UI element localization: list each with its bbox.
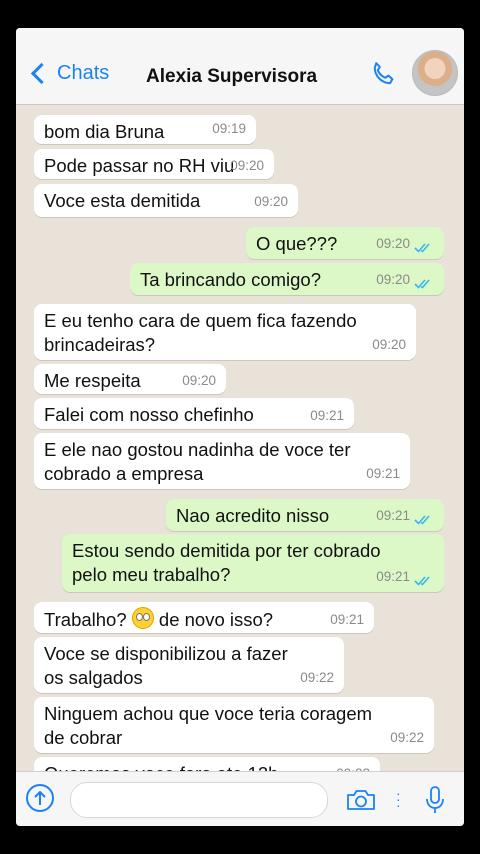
- message-outgoing[interactable]: Nao acredito nisso 09:21: [166, 499, 444, 531]
- message-incoming[interactable]: bom dia Bruna 09:19: [34, 115, 256, 144]
- read-receipt-icon: [414, 279, 430, 289]
- message-time: 09:22: [300, 670, 334, 685]
- message-time: 09:20: [254, 194, 288, 209]
- message-incoming[interactable]: Voce se disponibilizou a fazer os salgad…: [34, 637, 344, 693]
- message-time: 09:20: [376, 272, 410, 287]
- read-receipt-icon: [414, 515, 430, 525]
- microphone-icon[interactable]: [424, 784, 446, 816]
- back-label: Chats: [57, 62, 110, 84]
- message-text-before: Trabalho?: [44, 609, 132, 630]
- contact-name[interactable]: Alexia Supervisora: [146, 66, 317, 88]
- message-list: bom dia Bruna 09:19 Pode passar no RH vi…: [16, 105, 464, 771]
- message-text: Pode passar no RH viu: [44, 155, 235, 176]
- contact-avatar[interactable]: [412, 50, 458, 96]
- arrow-up-icon: [34, 790, 46, 805]
- read-receipt-icon: [414, 243, 430, 253]
- message-incoming[interactable]: Trabalho? de novo isso? 09:21: [34, 602, 374, 633]
- message-text: Ninguem achou que voce teria coragem de …: [44, 703, 373, 748]
- chat-screen: Chats Alexia Supervisora bom dia Bruna 0…: [16, 28, 464, 826]
- message-time: 09:20: [182, 373, 216, 388]
- read-receipt-icon: [414, 576, 430, 586]
- phone-call-icon[interactable]: [368, 60, 398, 90]
- more-icon[interactable]: · · ·: [396, 786, 401, 812]
- message-incoming[interactable]: Ninguem achou que voce teria coragem de …: [34, 697, 434, 753]
- message-text: Ta brincando comigo?: [140, 269, 321, 290]
- message-text: Voce se disponibilizou a fazer os salgad…: [44, 643, 288, 688]
- message-text-after: de novo isso?: [153, 609, 274, 630]
- message-text: Falei com nosso chefinho: [44, 404, 254, 425]
- message-outgoing[interactable]: Ta brincando comigo? 09:20: [130, 263, 444, 295]
- attach-button[interactable]: [26, 784, 54, 812]
- message-incoming[interactable]: Pode passar no RH viu 09:20: [34, 149, 274, 179]
- message-time: 09:21: [330, 612, 364, 627]
- message-incoming[interactable]: E eu tenho cara de quem fica fazendo bri…: [34, 304, 416, 360]
- message-text: Voce esta demitida: [44, 190, 201, 211]
- message-text: E ele nao gostou nadinha de voce ter cob…: [44, 439, 351, 484]
- message-time: 09:20: [376, 236, 410, 251]
- chevron-left-icon: [30, 62, 53, 85]
- message-incoming[interactable]: Queremos voce fora ate 12h 09:22: [34, 757, 380, 771]
- message-outgoing[interactable]: Estou sendo demitida por ter cobrado pel…: [62, 534, 444, 592]
- message-text: Queremos voce fora ate 12h: [44, 763, 278, 771]
- camera-icon[interactable]: [346, 788, 376, 812]
- message-time: 09:21: [376, 508, 410, 523]
- message-time: 09:21: [376, 569, 410, 584]
- chat-header: Chats Alexia Supervisora: [16, 28, 464, 105]
- message-text: Me respeita: [44, 370, 141, 391]
- message-time: 09:20: [230, 158, 264, 173]
- back-button[interactable]: Chats: [30, 62, 109, 85]
- message-time: 09:21: [310, 408, 344, 423]
- eye-roll-emoji-icon: [131, 607, 154, 629]
- composer-bar: · · ·: [16, 771, 464, 826]
- message-incoming[interactable]: Me respeita 09:20: [34, 364, 226, 394]
- message-incoming[interactable]: E ele nao gostou nadinha de voce ter cob…: [34, 433, 410, 489]
- message-time: 09:22: [336, 762, 370, 771]
- message-time: 09:19: [212, 121, 246, 136]
- message-text: Nao acredito nisso: [176, 505, 330, 526]
- message-outgoing[interactable]: O que??? 09:20: [246, 227, 444, 259]
- message-text: bom dia Bruna: [44, 121, 165, 142]
- message-text: O que???: [256, 233, 338, 254]
- message-input[interactable]: [70, 782, 328, 818]
- message-time: 09:20: [372, 337, 406, 352]
- message-text: Estou sendo demitida por ter cobrado pel…: [72, 540, 381, 585]
- message-time: 09:22: [390, 730, 424, 745]
- message-text: E eu tenho cara de quem fica fazendo bri…: [44, 310, 357, 355]
- message-incoming[interactable]: Falei com nosso chefinho 09:21: [34, 398, 354, 429]
- message-time: 09:21: [366, 466, 400, 481]
- message-incoming[interactable]: Voce esta demitida 09:20: [34, 184, 298, 217]
